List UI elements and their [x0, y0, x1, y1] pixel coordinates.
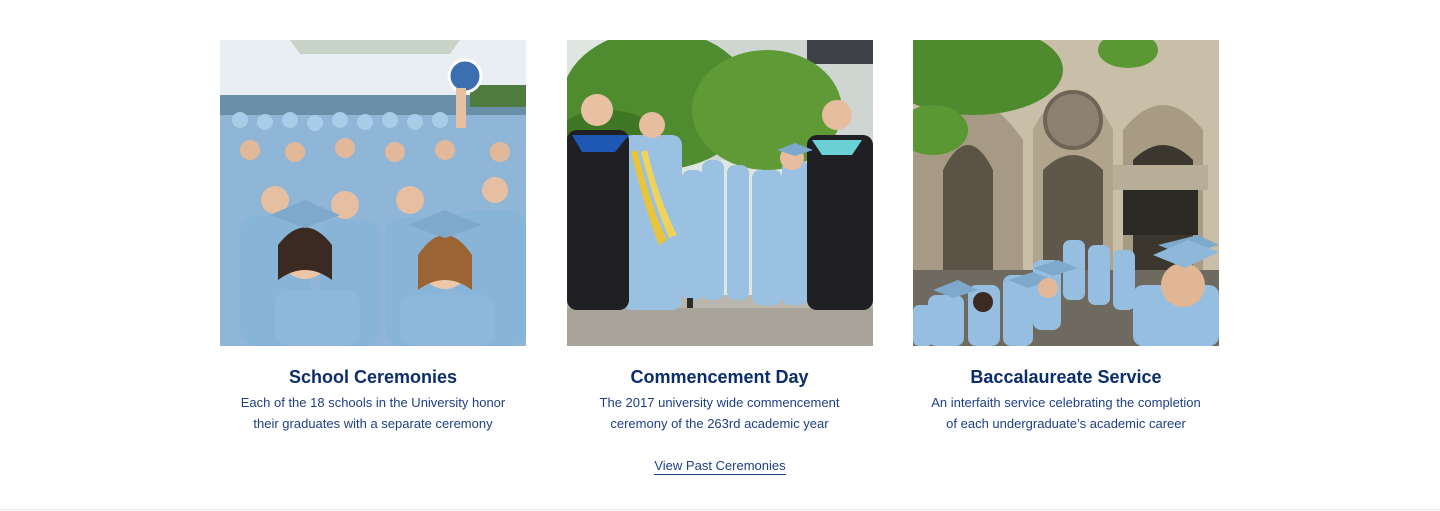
card-title[interactable]: School Ceremonies — [289, 365, 457, 389]
card-title[interactable]: Baccalaureate Service — [970, 365, 1161, 389]
past-ceremonies-link-wrapper: View Past Ceremonies — [0, 457, 1440, 475]
card-description: An interfaith service celebrating the co… — [916, 392, 1216, 434]
card-description-line: The 2017 university wide commencement — [599, 395, 840, 410]
card-commencement-day[interactable]: Commencement Day The 2017 university wid… — [566, 40, 873, 434]
card-description-line: An interfaith service celebrating the co… — [931, 395, 1201, 410]
card-school-ceremonies[interactable]: School Ceremonies Each of the 18 schools… — [220, 40, 526, 434]
card-description-line: of each undergraduate’s academic career — [946, 416, 1186, 431]
card-description-line: their graduates with a separate ceremony — [253, 416, 493, 431]
card-baccalaureate-service[interactable]: Baccalaureate Service An interfaith serv… — [913, 40, 1219, 434]
card-description: Each of the 18 schools in the University… — [223, 392, 523, 434]
section-divider — [0, 509, 1440, 510]
cathedral-steps-photo[interactable] — [913, 40, 1219, 346]
card-description: The 2017 university wide commencement ce… — [570, 392, 870, 434]
graduates-procession-photo[interactable] — [566, 40, 873, 346]
ceremony-cards: School Ceremonies Each of the 18 schools… — [220, 40, 1219, 434]
graduates-cheering-photo[interactable] — [220, 40, 526, 346]
card-description-line: ceremony of the 263rd academic year — [610, 416, 829, 431]
view-past-ceremonies-link[interactable]: View Past Ceremonies — [654, 458, 786, 475]
ceremonies-section: School Ceremonies Each of the 18 schools… — [0, 0, 1440, 511]
card-title[interactable]: Commencement Day — [630, 365, 808, 389]
card-description-line: Each of the 18 schools in the University… — [240, 395, 506, 410]
